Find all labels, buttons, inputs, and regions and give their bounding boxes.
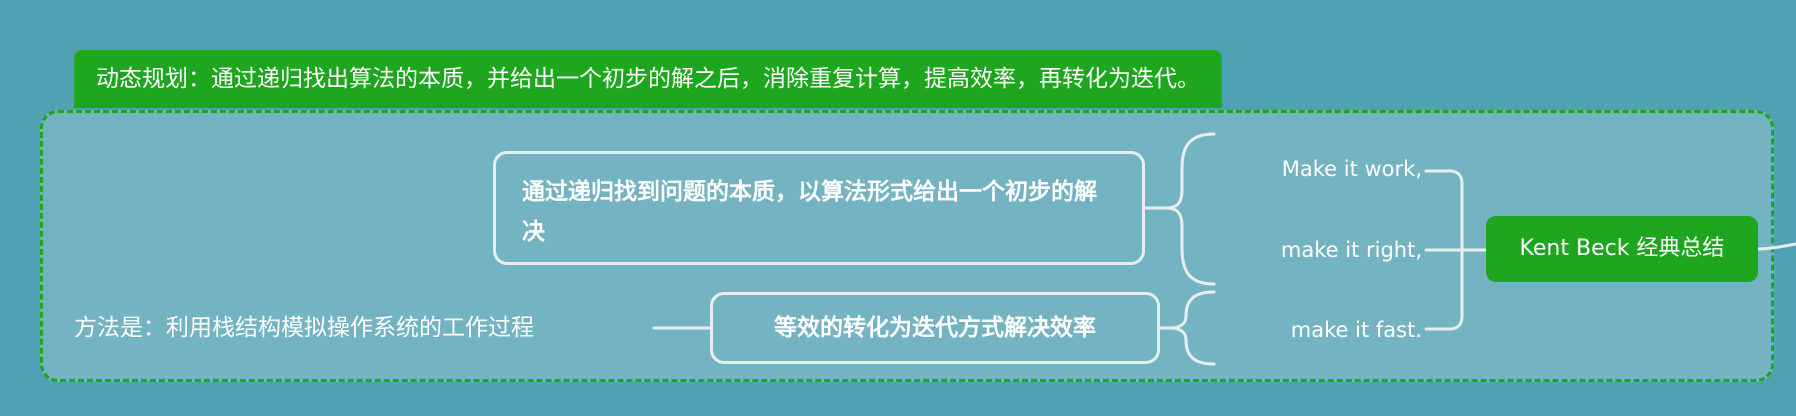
method-description[interactable]: 方法是：利用栈结构模拟操作系统的工作过程 bbox=[74, 312, 534, 344]
kentbeck-line-fast[interactable]: make it fast. bbox=[1220, 316, 1422, 344]
brace-fast bbox=[1169, 290, 1216, 366]
topic-iteration-efficiency-text: 等效的转化为迭代方式解决效率 bbox=[774, 315, 1096, 341]
topic-recursion-essence-text: 通过递归找到问题的本质，以算法形式给出一个初步的解决 bbox=[522, 179, 1097, 245]
brace-work-right bbox=[1165, 132, 1216, 286]
method-description-text: 方法是：利用栈结构模拟操作系统的工作过程 bbox=[74, 315, 534, 341]
topic-iteration-efficiency[interactable]: 等效的转化为迭代方式解决效率 bbox=[710, 292, 1160, 364]
connector-kentbeck-out bbox=[1756, 242, 1796, 251]
kentbeck-summary-label: Kent Beck 经典总结 bbox=[1519, 236, 1725, 261]
kentbeck-summary-node[interactable]: Kent Beck 经典总结 bbox=[1486, 216, 1758, 282]
kentbeck-line-work-text: Make it work, bbox=[1281, 157, 1422, 181]
mind-map-canvas: 动态规划：通过递归找出算法的本质，并给出一个初步的解之后，消除重复计算，提高效率… bbox=[0, 0, 1796, 416]
kentbeck-line-fast-text: make it fast. bbox=[1290, 318, 1422, 342]
kentbeck-line-work[interactable]: Make it work, bbox=[1220, 155, 1422, 183]
kentbeck-line-right-text: make it right, bbox=[1280, 238, 1422, 262]
kentbeck-line-right[interactable]: make it right, bbox=[1220, 236, 1422, 264]
topic-recursion-essence[interactable]: 通过递归找到问题的本质，以算法形式给出一个初步的解决 bbox=[493, 151, 1145, 265]
